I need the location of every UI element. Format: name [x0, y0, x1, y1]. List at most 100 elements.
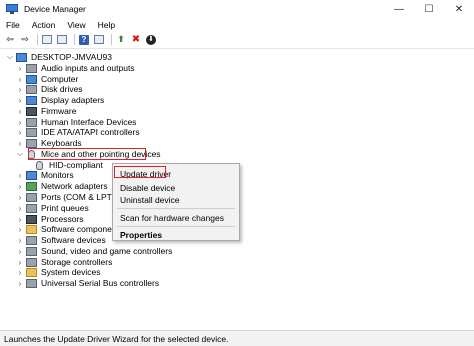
toolbar-separator	[74, 34, 75, 45]
computer-icon	[26, 74, 37, 84]
chevron-right-icon[interactable]: ›	[16, 170, 24, 180]
network-icon	[26, 181, 37, 191]
tree-item-sound[interactable]: › Sound, video and game controllers	[16, 246, 173, 257]
window-title: Device Manager	[24, 4, 86, 14]
chevron-right-icon[interactable]: ›	[16, 181, 24, 191]
chevron-down-icon[interactable]: ⌵	[6, 52, 14, 62]
software-device-icon	[26, 235, 37, 245]
tree-item-label: Display adapters	[41, 95, 105, 106]
properties-menu-item[interactable]: Properties	[120, 230, 162, 240]
chevron-right-icon[interactable]: ›	[16, 117, 24, 127]
usb-icon	[26, 278, 37, 288]
tree-item-system[interactable]: › System devices	[16, 267, 101, 278]
chevron-right-icon[interactable]: ›	[16, 267, 24, 277]
tree-item-label: Sound, video and game controllers	[41, 246, 173, 257]
forward-arrow-icon[interactable]: ⇨	[19, 34, 31, 45]
chevron-right-icon[interactable]: ›	[16, 138, 24, 148]
mouse-icon	[36, 160, 43, 170]
disk-icon	[26, 84, 37, 94]
back-arrow-icon[interactable]: ⇦	[4, 34, 16, 45]
tree-root[interactable]: ⌵ DESKTOP-JMVAU93	[6, 52, 112, 63]
tree-item-ide[interactable]: › IDE ATA/ATAPI controllers	[16, 127, 140, 138]
minimize-button[interactable]: —	[384, 0, 414, 18]
tree-item-label: Human Interface Devices	[41, 117, 137, 128]
tree-item-ports[interactable]: › Ports (COM & LPT	[16, 192, 112, 203]
keyboard-icon	[26, 138, 37, 148]
system-icon	[26, 267, 37, 277]
hid-icon	[26, 117, 37, 127]
status-bar: Launches the Update Driver Wizard for th…	[0, 330, 474, 346]
computer-icon	[16, 52, 27, 62]
chevron-right-icon[interactable]: ›	[16, 106, 24, 116]
toolbar-separator	[111, 34, 112, 45]
maximize-button[interactable]: ☐	[414, 0, 444, 18]
tree-item-label: Audio inputs and outputs	[41, 63, 135, 74]
port-icon	[26, 192, 37, 202]
status-text: Launches the Update Driver Wizard for th…	[4, 333, 229, 344]
toolbar: ⇦ ⇨ ? ⬆ ✖ ⬇	[0, 32, 474, 47]
menu-help[interactable]: Help	[92, 20, 121, 30]
tree-item-label: Print queues	[41, 203, 89, 214]
chevron-right-icon[interactable]: ›	[16, 246, 24, 256]
tree-item-software-devices[interactable]: › Software devices	[16, 235, 106, 246]
download-icon[interactable]: ⬇	[145, 34, 157, 45]
chevron-right-icon[interactable]: ›	[16, 63, 24, 73]
chevron-right-icon[interactable]: ›	[16, 203, 24, 213]
close-button[interactable]: ✕	[444, 0, 474, 18]
tree-item-label: Universal Serial Bus controllers	[41, 278, 160, 289]
tree-item-firmware[interactable]: › Firmware	[16, 106, 77, 117]
scan-hardware-menu-item[interactable]: Scan for hardware changes	[120, 213, 224, 223]
tree-item-label: Disk drives	[41, 84, 83, 95]
tree-item-audio[interactable]: › Audio inputs and outputs	[16, 63, 135, 74]
chevron-right-icon[interactable]: ›	[16, 127, 24, 137]
tree-item-label: Network adapters	[41, 181, 108, 192]
tree-item-label: Software devices	[41, 235, 106, 246]
show-hide-icon[interactable]	[56, 34, 68, 45]
ide-icon	[26, 127, 37, 137]
tree-item-disk-drives[interactable]: › Disk drives	[16, 84, 83, 95]
chevron-right-icon[interactable]: ›	[16, 235, 24, 245]
tree-item-print-queues[interactable]: › Print queues	[16, 203, 89, 214]
disable-device-menu-item[interactable]: Disable device	[120, 183, 175, 193]
tree-item-label: Firmware	[41, 106, 77, 117]
update-driver-icon[interactable]: ⬆	[115, 34, 127, 45]
chevron-right-icon[interactable]: ›	[16, 214, 24, 224]
properties-icon[interactable]	[41, 34, 53, 45]
tree-item-label: Processors	[41, 214, 84, 225]
monitor-icon	[26, 170, 37, 180]
chevron-right-icon[interactable]: ›	[16, 84, 24, 94]
menu-action[interactable]: Action	[26, 20, 62, 30]
toolbar-divider	[0, 48, 474, 49]
uninstall-device-menu-item[interactable]: Uninstall device	[120, 195, 180, 205]
title-bar: Device Manager — ☐ ✕	[0, 0, 474, 18]
tree-item-usb[interactable]: › Universal Serial Bus controllers	[16, 278, 159, 289]
tree-item-software-components[interactable]: › Software compone	[16, 224, 112, 235]
tree-item-monitors[interactable]: › Monitors	[16, 170, 74, 181]
uninstall-icon[interactable]: ✖	[130, 34, 142, 45]
tree-root-label: DESKTOP-JMVAU93	[31, 52, 112, 63]
sound-icon	[26, 246, 37, 256]
tree-item-label: Keyboards	[41, 138, 82, 149]
software-icon	[26, 224, 37, 234]
context-menu-separator	[117, 226, 235, 227]
menu-bar: File Action View Help	[0, 18, 474, 32]
tree-item-label: Ports (COM & LPT	[41, 192, 112, 203]
chevron-right-icon[interactable]: ›	[16, 224, 24, 234]
chevron-right-icon[interactable]: ›	[16, 74, 24, 84]
tree-item-label: Storage controllers	[41, 257, 113, 268]
display-icon	[26, 95, 37, 105]
tree-item-label: Monitors	[41, 170, 74, 181]
chevron-right-icon[interactable]: ›	[16, 192, 24, 202]
chevron-right-icon[interactable]: ›	[16, 257, 24, 267]
tree-item-network[interactable]: › Network adapters	[16, 181, 108, 192]
menu-file[interactable]: File	[0, 20, 26, 30]
scan-icon[interactable]	[93, 34, 105, 45]
chevron-right-icon[interactable]: ›	[16, 95, 24, 105]
toolbar-separator	[37, 34, 38, 45]
help-icon[interactable]: ?	[78, 34, 90, 45]
chevron-down-icon[interactable]: ⌵	[16, 149, 24, 159]
tree-item-label: IDE ATA/ATAPI controllers	[41, 127, 140, 138]
menu-view[interactable]: View	[61, 20, 91, 30]
chevron-right-icon[interactable]: ›	[16, 278, 24, 288]
tree-item-display-adapters[interactable]: › Display adapters	[16, 95, 105, 106]
